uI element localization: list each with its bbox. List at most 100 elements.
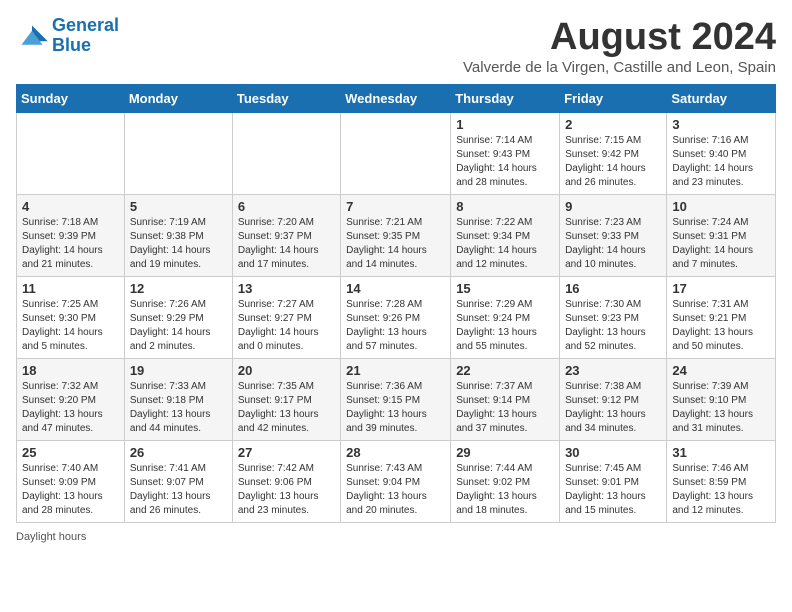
day-header-tuesday: Tuesday bbox=[232, 85, 340, 113]
day-header-friday: Friday bbox=[560, 85, 667, 113]
day-info: Sunrise: 7:26 AM Sunset: 9:29 PM Dayligh… bbox=[130, 298, 227, 354]
day-info: Sunrise: 7:43 AM Sunset: 9:04 PM Dayligh… bbox=[346, 462, 445, 518]
day-info: Sunrise: 7:25 AM Sunset: 9:30 PM Dayligh… bbox=[22, 298, 119, 354]
calendar-cell: 31Sunrise: 7:46 AM Sunset: 8:59 PM Dayli… bbox=[667, 441, 776, 523]
day-info: Sunrise: 7:22 AM Sunset: 9:34 PM Dayligh… bbox=[456, 216, 554, 272]
day-info: Sunrise: 7:15 AM Sunset: 9:42 PM Dayligh… bbox=[565, 134, 661, 190]
day-info: Sunrise: 7:39 AM Sunset: 9:10 PM Dayligh… bbox=[672, 380, 770, 436]
calendar-cell: 3Sunrise: 7:16 AM Sunset: 9:40 PM Daylig… bbox=[667, 113, 776, 195]
day-number: 13 bbox=[238, 281, 335, 296]
calendar-cell bbox=[232, 113, 340, 195]
day-header-thursday: Thursday bbox=[451, 85, 560, 113]
day-info: Sunrise: 7:33 AM Sunset: 9:18 PM Dayligh… bbox=[130, 380, 227, 436]
day-number: 6 bbox=[238, 199, 335, 214]
day-info: Sunrise: 7:31 AM Sunset: 9:21 PM Dayligh… bbox=[672, 298, 770, 354]
day-number: 23 bbox=[565, 363, 661, 378]
calendar-cell: 20Sunrise: 7:35 AM Sunset: 9:17 PM Dayli… bbox=[232, 359, 340, 441]
day-number: 8 bbox=[456, 199, 554, 214]
calendar-cell: 19 Sunrise: 7:33 AM Sunset: 9:18 PM Dayli… bbox=[124, 359, 232, 441]
day-info: Sunrise: 7:38 AM Sunset: 9:12 PM Dayligh… bbox=[565, 380, 661, 436]
calendar-cell: 30 Sunrise: 7:45 AM Sunset: 9:01 PM Dayli… bbox=[560, 441, 667, 523]
page-header: General Blue August 2024 Valverde de la … bbox=[16, 16, 776, 76]
day-number: 27 bbox=[238, 445, 335, 460]
calendar-cell: 8 Sunrise: 7:22 AM Sunset: 9:34 PM Daylig… bbox=[451, 195, 560, 277]
day-number: 19 bbox=[130, 363, 227, 378]
day-number: 17 bbox=[672, 281, 770, 296]
calendar-cell: 7 Sunrise: 7:21 AM Sunset: 9:35 PM Daylig… bbox=[341, 195, 451, 277]
day-number: 31 bbox=[672, 445, 770, 460]
day-number: 11 bbox=[22, 281, 119, 296]
calendar-cell: 9Sunrise: 7:23 AM Sunset: 9:33 PM Daylig… bbox=[560, 195, 667, 277]
day-info: Sunrise: 7:21 AM Sunset: 9:35 PM Dayligh… bbox=[346, 216, 445, 272]
calendar-cell: 23 Sunrise: 7:38 AM Sunset: 9:12 PM Dayli… bbox=[560, 359, 667, 441]
title-area: August 2024 Valverde de la Virgen, Casti… bbox=[463, 16, 776, 76]
calendar-cell: 21Sunrise: 7:36 AM Sunset: 9:15 PM Dayli… bbox=[341, 359, 451, 441]
logo: General Blue bbox=[16, 16, 119, 56]
day-number: 3 bbox=[672, 117, 770, 132]
calendar-cell: 6 Sunrise: 7:20 AM Sunset: 9:37 PM Daylig… bbox=[232, 195, 340, 277]
day-number: 25 bbox=[22, 445, 119, 460]
day-number: 10 bbox=[672, 199, 770, 214]
calendar-week-1: 1Sunrise: 7:14 AM Sunset: 9:43 PM Daylig… bbox=[17, 113, 776, 195]
calendar-cell: 22 Sunrise: 7:37 AM Sunset: 9:14 PM Dayli… bbox=[451, 359, 560, 441]
calendar-cell: 15 Sunrise: 7:29 AM Sunset: 9:24 PM Dayli… bbox=[451, 277, 560, 359]
day-number: 21 bbox=[346, 363, 445, 378]
calendar-cell: 14 Sunrise: 7:28 AM Sunset: 9:26 PM Dayli… bbox=[341, 277, 451, 359]
day-header-wednesday: Wednesday bbox=[341, 85, 451, 113]
day-header-sunday: Sunday bbox=[17, 85, 125, 113]
day-info: Sunrise: 7:27 AM Sunset: 9:27 PM Dayligh… bbox=[238, 298, 335, 354]
day-number: 16 bbox=[565, 281, 661, 296]
day-info: Sunrise: 7:35 AM Sunset: 9:17 PM Dayligh… bbox=[238, 380, 335, 436]
day-info: Sunrise: 7:29 AM Sunset: 9:24 PM Dayligh… bbox=[456, 298, 554, 354]
day-info: Sunrise: 7:41 AM Sunset: 9:07 PM Dayligh… bbox=[130, 462, 227, 518]
day-number: 1 bbox=[456, 117, 554, 132]
calendar-cell: 16 Sunrise: 7:30 AM Sunset: 9:23 PM Dayli… bbox=[560, 277, 667, 359]
day-number: 28 bbox=[346, 445, 445, 460]
footer: Daylight hours bbox=[16, 531, 776, 543]
day-info: Sunrise: 7:24 AM Sunset: 9:31 PM Dayligh… bbox=[672, 216, 770, 272]
day-info: Sunrise: 7:37 AM Sunset: 9:14 PM Dayligh… bbox=[456, 380, 554, 436]
calendar-cell: 11 Sunrise: 7:25 AM Sunset: 9:30 PM Dayli… bbox=[17, 277, 125, 359]
day-number: 18 bbox=[22, 363, 119, 378]
daylight-label: Daylight hours bbox=[16, 531, 86, 543]
calendar-week-2: 4 Sunrise: 7:18 AM Sunset: 9:39 PM Daylig… bbox=[17, 195, 776, 277]
day-number: 15 bbox=[456, 281, 554, 296]
calendar-cell: 25 Sunrise: 7:40 AM Sunset: 9:09 PM Dayli… bbox=[17, 441, 125, 523]
day-number: 14 bbox=[346, 281, 445, 296]
calendar-header-row: SundayMondayTuesdayWednesdayThursdayFrid… bbox=[17, 85, 776, 113]
calendar-cell: 4 Sunrise: 7:18 AM Sunset: 9:39 PM Daylig… bbox=[17, 195, 125, 277]
location-subtitle: Valverde de la Virgen, Castille and Leon… bbox=[463, 59, 776, 76]
logo-icon bbox=[16, 22, 48, 50]
calendar-cell: 29Sunrise: 7:44 AM Sunset: 9:02 PM Dayli… bbox=[451, 441, 560, 523]
day-info: Sunrise: 7:40 AM Sunset: 9:09 PM Dayligh… bbox=[22, 462, 119, 518]
day-number: 4 bbox=[22, 199, 119, 214]
day-info: Sunrise: 7:45 AM Sunset: 9:01 PM Dayligh… bbox=[565, 462, 661, 518]
day-info: Sunrise: 7:18 AM Sunset: 9:39 PM Dayligh… bbox=[22, 216, 119, 272]
calendar-cell: 10 Sunrise: 7:24 AM Sunset: 9:31 PM Dayli… bbox=[667, 195, 776, 277]
calendar-cell: 13 Sunrise: 7:27 AM Sunset: 9:27 PM Dayli… bbox=[232, 277, 340, 359]
day-info: Sunrise: 7:30 AM Sunset: 9:23 PM Dayligh… bbox=[565, 298, 661, 354]
day-number: 7 bbox=[346, 199, 445, 214]
month-title: August 2024 bbox=[463, 16, 776, 59]
calendar-cell: 2 Sunrise: 7:15 AM Sunset: 9:42 PM Daylig… bbox=[560, 113, 667, 195]
day-info: Sunrise: 7:23 AM Sunset: 9:33 PM Dayligh… bbox=[565, 216, 661, 272]
day-info: Sunrise: 7:28 AM Sunset: 9:26 PM Dayligh… bbox=[346, 298, 445, 354]
calendar-week-3: 11 Sunrise: 7:25 AM Sunset: 9:30 PM Dayli… bbox=[17, 277, 776, 359]
calendar-week-4: 18 Sunrise: 7:32 AM Sunset: 9:20 PM Dayli… bbox=[17, 359, 776, 441]
calendar-cell: 26Sunrise: 7:41 AM Sunset: 9:07 PM Dayli… bbox=[124, 441, 232, 523]
day-info: Sunrise: 7:44 AM Sunset: 9:02 PM Dayligh… bbox=[456, 462, 554, 518]
day-info: Sunrise: 7:32 AM Sunset: 9:20 PM Dayligh… bbox=[22, 380, 119, 436]
calendar-cell: 17 Sunrise: 7:31 AM Sunset: 9:21 PM Dayli… bbox=[667, 277, 776, 359]
day-number: 2 bbox=[565, 117, 661, 132]
calendar-cell: 18 Sunrise: 7:32 AM Sunset: 9:20 PM Dayli… bbox=[17, 359, 125, 441]
logo-text: General Blue bbox=[52, 16, 119, 56]
day-info: Sunrise: 7:20 AM Sunset: 9:37 PM Dayligh… bbox=[238, 216, 335, 272]
day-header-saturday: Saturday bbox=[667, 85, 776, 113]
calendar-cell: 1Sunrise: 7:14 AM Sunset: 9:43 PM Daylig… bbox=[451, 113, 560, 195]
day-number: 30 bbox=[565, 445, 661, 460]
calendar-cell bbox=[341, 113, 451, 195]
calendar-cell bbox=[17, 113, 125, 195]
day-number: 22 bbox=[456, 363, 554, 378]
calendar-cell: 28 Sunrise: 7:43 AM Sunset: 9:04 PM Dayli… bbox=[341, 441, 451, 523]
calendar-week-5: 25 Sunrise: 7:40 AM Sunset: 9:09 PM Dayli… bbox=[17, 441, 776, 523]
